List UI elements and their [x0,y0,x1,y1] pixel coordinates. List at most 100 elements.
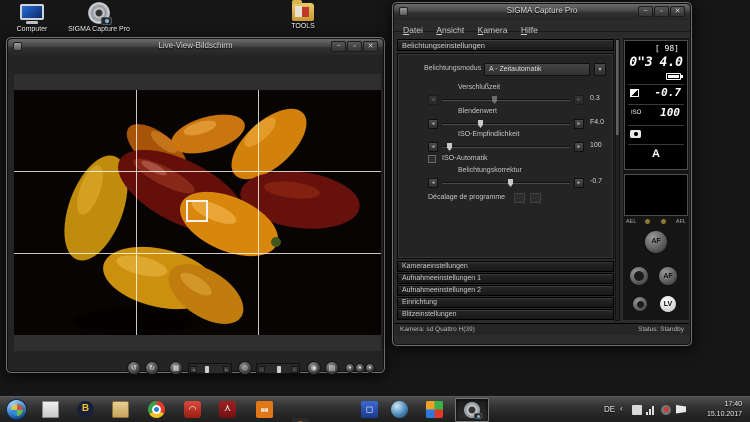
taskbar-color-app-icon[interactable]: ▥▥ [256,401,273,418]
iso-auto-label: ISO-Automatik [442,155,488,162]
slider-track[interactable] [442,146,570,148]
sigma-capture-window: SIGMA Capture Pro − ▫ ✕ Datei Ansicht Ka… [392,2,692,346]
exposure-comp-icon [630,89,639,97]
menu-datei[interactable]: Datei [403,25,423,35]
taskbar-blue-doc-icon[interactable]: ◻ [361,401,378,418]
tray-volume-icon[interactable] [661,405,671,415]
slider-left-button[interactable]: ◄ [428,142,438,152]
slider-right-button[interactable]: ► [574,142,584,152]
tray-network-icon[interactable] [646,405,656,415]
sigma-titlebar[interactable]: SIGMA Capture Pro − ▫ ✕ [394,4,690,20]
snapshot-button[interactable]: ◉ [307,361,321,375]
menu-hilfe[interactable]: Hilfe [521,25,538,35]
exposure-comp-label: Belichtungskorrektur [458,167,522,174]
slider-track[interactable] [442,123,570,125]
slider-left-button[interactable]: ◄ [428,178,438,188]
iso-auto-checkbox[interactable] [428,155,436,163]
live-view-titlebar[interactable]: Live-View-Bildschirm − ▫ ✕ [8,39,383,55]
option-button-1[interactable]: ● [345,363,355,373]
clock-date: 15.10.2017 [707,410,742,420]
disc-camera-icon [88,2,110,24]
lv-button[interactable]: LV [659,295,677,313]
settings-scrollbar[interactable] [615,39,620,321]
window-title: Live-View-Bildschirm [8,41,383,50]
tray-language[interactable]: DE [604,405,615,414]
taskbar-quad-app-icon[interactable] [426,401,443,418]
exposure-mode-dropdown[interactable]: A - Zeitautomatik [484,63,590,76]
taskbar-red-app-icon[interactable]: ◠ [184,401,201,418]
tray-flag-icon[interactable] [676,405,686,415]
live-view-image[interactable] [14,90,381,335]
taskbar-sigma-active-button[interactable] [455,398,489,422]
section-capture-settings-2[interactable]: Aufnahmeeinstellungen 2 [397,285,614,296]
af-button[interactable]: AF [658,266,678,286]
slider-track[interactable] [442,182,570,184]
live-view-window: Live-View-Bildschirm − ▫ ✕ [6,37,385,373]
tray-expand-chevron[interactable]: ‹ [620,404,623,413]
taskbar: B ◠ ⋏ ▥▥ ◻ DE ‹ 17:40 15.10.2017 [0,396,750,422]
program-shift-label: Décalage de programme [428,194,505,201]
option-button-2[interactable]: ● [355,363,365,373]
camera-sub-display [624,174,688,216]
menu-bar: Datei Ansicht Kamera Hilfe [394,20,690,32]
close-button[interactable]: ✕ [670,6,685,17]
option-button-3[interactable]: ● [365,363,375,373]
close-button[interactable]: ✕ [363,41,378,52]
desktop-icon-tools[interactable]: TOOLS [281,0,325,30]
exposure-mode-spin-button[interactable]: ▾ [594,63,606,76]
brightness-slider[interactable]: ◂▸ [188,363,232,374]
magnify-button[interactable]: ⊙ [238,361,252,375]
exposure-panel: Belichtungsmodus A - Zeitautomatik ▾ Ver… [397,53,614,259]
slider-right-button[interactable]: ► [574,178,584,188]
status-camera: Kamera: sd Quattro H(39) [400,324,475,335]
af-drive-button[interactable]: AF [644,230,668,254]
focus-frame[interactable] [186,200,208,222]
taskbar-burst-app-icon[interactable] [292,418,309,422]
desktop: Computer SIGMA Capture Pro TOOLS Live-Vi… [0,0,750,422]
section-header-exposure[interactable]: Belichtungseinstellungen [397,39,614,51]
taskbar-chrome-icon[interactable] [148,401,165,418]
menu-ansicht[interactable]: Ansicht [436,25,464,35]
scrollbar-thumb[interactable] [616,40,619,135]
start-button[interactable] [6,399,27,420]
computer-icon [8,4,56,24]
record-button[interactable] [632,296,648,312]
frames-remaining: [ 98] [655,44,679,53]
menu-kamera[interactable]: Kamera [478,25,508,35]
grid-toggle-button[interactable]: ▦ [169,361,183,375]
maximize-button[interactable]: ▫ [654,6,669,17]
section-capture-settings-1[interactable]: Aufnahmeeinstellungen 1 [397,273,614,284]
rotate-cw-button[interactable]: ↻ [145,361,159,375]
minimize-button[interactable]: − [638,6,653,17]
slider-track[interactable] [442,99,570,101]
taskbar-explorer-icon[interactable] [112,401,129,418]
minimize-button[interactable]: − [331,41,346,52]
rotate-ccw-button[interactable]: ↺ [127,361,141,375]
section-flash-settings[interactable]: Blitzeinstellungen [397,309,614,320]
section-setup[interactable]: Einrichtung [397,297,614,308]
slider-left-button[interactable]: ◄ [428,95,438,105]
battery-icon [666,73,681,80]
taskbar-notepad-icon[interactable] [42,401,59,418]
slider-right-button[interactable]: ► [574,95,584,105]
program-shift-plus-button[interactable] [530,193,541,203]
zoom-slider[interactable]: −+ [256,363,300,374]
program-shift-minus-button[interactable] [514,193,525,203]
section-camera-settings[interactable]: Kameraeinstellungen [397,261,614,272]
desktop-icon-computer[interactable]: Computer [8,4,56,33]
capture-button[interactable] [629,266,649,286]
desktop-icon-sigma-capture-pro[interactable]: SIGMA Capture Pro [66,2,132,33]
taskbar-b-app-icon[interactable]: B [77,401,94,418]
lcd-mode: A [625,148,687,160]
desktop-icon-label: Computer [8,26,56,33]
slider-right-button[interactable]: ► [574,119,584,129]
tray-action-center-icon[interactable] [632,405,642,415]
taskbar-swirl-app-icon[interactable] [391,401,408,418]
tray-clock[interactable]: 17:40 15.10.2017 [707,400,742,420]
ael-indicator [645,219,650,224]
slider-left-button[interactable]: ◄ [428,119,438,129]
display-mode-button[interactable]: ▤ [325,361,339,375]
grid-line-vertical [136,90,137,335]
maximize-button[interactable]: ▫ [347,41,362,52]
taskbar-acrobat-icon[interactable]: ⋏ [219,401,236,418]
